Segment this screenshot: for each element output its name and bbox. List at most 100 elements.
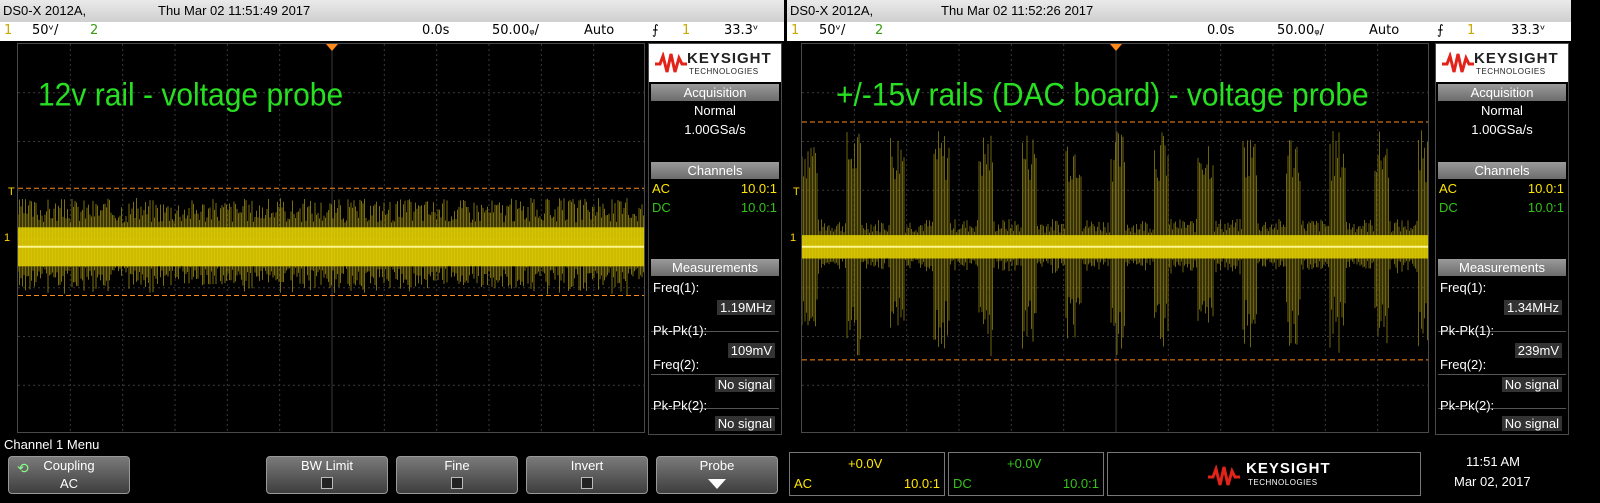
time-position[interactable]: 0.0s [422, 23, 449, 38]
measurement-value: 1.34MHz [1503, 300, 1562, 315]
measurement-label: Freq(2): [1440, 357, 1487, 372]
waveform-grid: +/-15v rails (DAC board) - voltage probe [801, 43, 1429, 433]
measurement-label: Freq(1): [653, 280, 700, 295]
channels-header[interactable]: Channels [1438, 162, 1566, 179]
softkey-label: Coupling [43, 458, 95, 473]
channel2-ratio: 10.0:1 [740, 200, 777, 215]
annotation-label: 12v rail - voltage probe [38, 77, 344, 114]
ch2-info-box[interactable]: +0.0V DC 10.0:1 [948, 452, 1104, 496]
channels-header[interactable]: Channels [651, 162, 779, 179]
trigger-edge-icon: ⨍ [652, 23, 659, 38]
clock-time: 11:51 AM [1466, 454, 1520, 469]
ch2-number[interactable]: 2 [90, 23, 98, 38]
trigger-mode[interactable]: Auto [584, 23, 614, 38]
logo-name: KEYSIGHT [1246, 460, 1331, 477]
timebase[interactable]: 50.00ᵩ/ [492, 23, 539, 38]
channel1-coupling: AC [1439, 181, 1458, 196]
fine-softkey[interactable]: Fine [396, 456, 518, 494]
channel1-coupling: AC [652, 181, 671, 196]
ch1-number[interactable]: 1 [791, 23, 799, 38]
menu-title: Channel 1 Menu [4, 437, 100, 452]
acquisition-header[interactable]: Acquisition [651, 84, 779, 101]
waveform-grid: 12v rail - voltage probe [17, 43, 645, 433]
measurement-label: Pk-Pk(2): [1440, 398, 1495, 413]
checkbox-icon [581, 477, 593, 489]
trigger-edge-icon: ⨍ [1437, 23, 1444, 38]
measurement-label: Pk-Pk(1): [1440, 323, 1495, 338]
measurement-item: Pk-Pk(2): No signal [651, 396, 779, 434]
trigger-mode[interactable]: Auto [1369, 23, 1399, 38]
time-position[interactable]: 0.0s [1207, 23, 1234, 38]
timebase[interactable]: 50.00ᵩ/ [1277, 23, 1324, 38]
status-bar: 1 50ᵛ/ 2 0.0s 50.00ᵩ/ Auto ⨍ 1 33.3ᵛ [787, 22, 1571, 41]
acquisition-mode: Normal [1481, 103, 1523, 118]
keysight-wave-icon [1208, 465, 1240, 486]
logo-name: KEYSIGHT [1474, 50, 1559, 67]
measurement-value: No signal [714, 377, 775, 392]
title-bar: DS0-X 2012A, Thu Mar 02 11:52:26 2017 [787, 0, 1571, 22]
ch1-number[interactable]: 1 [4, 23, 12, 38]
acquisition-header[interactable]: Acquisition [1438, 84, 1566, 101]
invert-softkey[interactable]: Invert [526, 456, 648, 494]
measurement-label: Freq(1): [1440, 280, 1487, 295]
trigger-level[interactable]: 33.3ᵛ [724, 23, 758, 38]
measurement-item: Pk-Pk(2): No signal [1438, 396, 1566, 434]
trigger-channel[interactable]: 1 [682, 23, 690, 38]
trigger-position-icon[interactable] [1110, 44, 1122, 51]
coupling-softkey[interactable]: ⟲ Coupling AC [8, 456, 130, 494]
checkbox-icon [451, 477, 463, 489]
datetime-label: Thu Mar 02 11:52:26 2017 [941, 3, 1094, 18]
ch1-offset: +0.0V [848, 456, 883, 471]
logo-sub: TECHNOLOGIES [1248, 478, 1318, 487]
measurement-label: Freq(2): [653, 357, 700, 372]
ch1-coupling: AC [794, 476, 813, 491]
ch1-ground-marker[interactable]: 1 [4, 232, 10, 244]
info-panel: KEYSIGHT TECHNOLOGIES Acquisition Normal… [648, 43, 782, 435]
ch2-ratio: 10.0:1 [1062, 476, 1099, 491]
trigger-level-marker[interactable]: T [8, 186, 15, 198]
ch2-offset: +0.0V [1007, 456, 1042, 471]
keysight-wave-icon [655, 52, 687, 73]
measurement-label: Pk-Pk(1): [653, 323, 708, 338]
channel2-ratio: 10.0:1 [1527, 200, 1564, 215]
channel1-ratio: 10.0:1 [1527, 181, 1564, 196]
softkey-label: Probe [699, 458, 735, 473]
measurements-header[interactable]: Measurements [651, 259, 779, 276]
trigger-position-icon[interactable] [326, 44, 338, 51]
softkey-value: AC [59, 476, 79, 491]
left-scope-screen: DS0-X 2012A, Thu Mar 02 11:51:49 2017 1 … [0, 0, 784, 437]
ch2-coupling: DC [953, 476, 972, 491]
probe-softkey[interactable]: Probe [656, 456, 778, 494]
trigger-level[interactable]: 33.3ᵛ [1511, 23, 1545, 38]
acquisition-rate: 1.00GSa/s [684, 122, 746, 137]
ch1-ground-marker[interactable]: 1 [790, 232, 796, 244]
title-bar: DS0-X 2012A, Thu Mar 02 11:51:49 2017 [0, 0, 784, 22]
datetime-label: Thu Mar 02 11:51:49 2017 [158, 3, 311, 18]
ch1-scale[interactable]: 50ᵛ/ [819, 23, 845, 38]
status-bar: 1 50ᵛ/ 2 0.0s 50.00ᵩ/ Auto ⨍ 1 33.3ᵛ [0, 22, 784, 41]
softkey-label: Invert [570, 458, 604, 473]
channel1-ratio: 10.0:1 [740, 181, 777, 196]
keysight-logo: KEYSIGHT TECHNOLOGIES [649, 44, 781, 82]
measurement-value: No signal [714, 416, 775, 431]
ch2-number[interactable]: 2 [875, 23, 883, 38]
bottom-logo-box: KEYSIGHT TECHNOLOGIES [1107, 452, 1421, 496]
arrow-down-icon [708, 479, 726, 489]
logo-sub: TECHNOLOGIES [689, 67, 759, 76]
info-panel: KEYSIGHT TECHNOLOGIES Acquisition Normal… [1435, 43, 1569, 435]
logo-sub: TECHNOLOGIES [1476, 67, 1546, 76]
checkbox-icon [321, 477, 333, 489]
trigger-level-marker[interactable]: T [793, 186, 800, 198]
ch1-scale[interactable]: 50ᵛ/ [32, 23, 58, 38]
acquisition-rate: 1.00GSa/s [1471, 122, 1533, 137]
measurement-value: No signal [1501, 377, 1562, 392]
clock-date: Mar 02, 2017 [1454, 474, 1531, 489]
model-label: DS0-X 2012A, [3, 3, 87, 18]
ch1-info-box[interactable]: +0.0V AC 10.0:1 [789, 452, 945, 496]
channel2-coupling: DC [652, 200, 671, 215]
ch1-ratio: 10.0:1 [903, 476, 940, 491]
trigger-channel[interactable]: 1 [1467, 23, 1475, 38]
measurements-header[interactable]: Measurements [1438, 259, 1566, 276]
bw-limit-softkey[interactable]: BW Limit [266, 456, 388, 494]
model-label: DS0-X 2012A, [790, 3, 874, 18]
